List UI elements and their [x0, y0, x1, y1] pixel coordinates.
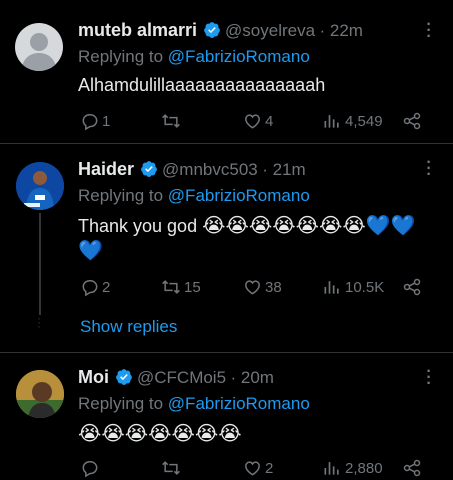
- like-count: 4: [265, 112, 274, 130]
- views-button[interactable]: 4,549: [322, 111, 383, 131]
- like-icon: [245, 461, 260, 476]
- view-count: 2,880: [345, 459, 383, 477]
- share-icon: [403, 278, 421, 296]
- verified-badge-icon: [203, 21, 221, 44]
- view-count: 10.5K: [345, 278, 385, 296]
- user-handle[interactable]: @soyelreva: [225, 21, 315, 40]
- tweet-text-line: Thank you god 😭😭😭😭😭😭😭💙💙: [78, 213, 416, 237]
- share-icon: [403, 459, 421, 477]
- replying-prefix: Replying to: [78, 47, 164, 66]
- reply-count: 2: [102, 278, 111, 296]
- divider: [0, 143, 453, 144]
- reply-button[interactable]: 2: [80, 277, 110, 297]
- share-button[interactable]: [402, 111, 422, 131]
- thread-dots: · · ·: [37, 311, 41, 333]
- like-button[interactable]: 4: [242, 111, 273, 131]
- reply-icon: [82, 280, 98, 297]
- replying-to: Replying to @FabrizioRomano: [78, 186, 310, 206]
- like-count: 38: [265, 278, 282, 296]
- emoji-run: 😭😭😭😭😭😭😭: [78, 421, 242, 445]
- mention-link[interactable]: @FabrizioRomano: [168, 47, 310, 66]
- emoji-run-line2: 💙: [78, 238, 103, 262]
- views-icon: [324, 115, 339, 128]
- like-icon: [245, 114, 260, 129]
- show-replies-link[interactable]: Show replies: [80, 317, 177, 337]
- avatar[interactable]: [16, 370, 64, 418]
- views-icon: [324, 462, 339, 475]
- default-avatar-icon: [21, 33, 57, 71]
- display-name[interactable]: Moi: [78, 367, 109, 387]
- retweet-count: 15: [184, 278, 201, 296]
- emoji-run: 😭😭😭😭😭😭😭💙💙: [202, 213, 416, 237]
- like-icon: [245, 280, 260, 295]
- reply-icon: [82, 461, 98, 478]
- more-icon[interactable]: · · ·: [424, 17, 434, 45]
- like-button[interactable]: 2: [242, 458, 273, 478]
- tweet-header: Moi @CFCMoi5 · 20m: [78, 367, 274, 391]
- reply-icon: [82, 114, 98, 131]
- share-icon: [403, 112, 421, 130]
- tweet-header: muteb almarri @soyelreva · 22m: [78, 20, 363, 44]
- divider: [0, 352, 453, 353]
- reply-button[interactable]: 1: [80, 111, 110, 131]
- retweet-icon: [162, 461, 180, 475]
- more-icon[interactable]: · · ·: [424, 155, 434, 183]
- retweet-button[interactable]: [160, 458, 182, 478]
- player-photo-icon: [16, 162, 64, 210]
- user-handle[interactable]: @CFCMoi5: [137, 368, 226, 387]
- reply-count: 1: [102, 112, 111, 130]
- retweet-icon: [162, 280, 180, 294]
- reply-button[interactable]: [80, 458, 100, 478]
- views-button[interactable]: 2,880: [322, 458, 383, 478]
- tweet-text: Alhamdulillaaaaaaaaaaaaaaah: [78, 75, 326, 95]
- more-icon[interactable]: · · ·: [424, 364, 434, 392]
- mention-link[interactable]: @FabrizioRomano: [168, 186, 310, 205]
- verified-badge-icon: [115, 368, 133, 391]
- timestamp[interactable]: · 21m: [262, 160, 305, 179]
- like-button[interactable]: 38: [242, 277, 282, 297]
- replying-prefix: Replying to: [78, 186, 164, 205]
- share-button[interactable]: [402, 458, 422, 478]
- replying-to: Replying to @FabrizioRomano: [78, 394, 310, 414]
- view-count: 4,549: [345, 112, 383, 130]
- verified-badge-icon: [140, 160, 158, 183]
- tweet-header: Haider @mnbvc503 · 21m: [78, 159, 306, 183]
- timestamp[interactable]: · 20m: [231, 368, 274, 387]
- retweet-icon: [162, 114, 180, 128]
- views-button[interactable]: 10.5K: [322, 277, 384, 297]
- views-icon: [324, 281, 339, 294]
- share-button[interactable]: [402, 277, 422, 297]
- replying-to: Replying to @FabrizioRomano: [78, 47, 310, 67]
- replying-prefix: Replying to: [78, 394, 164, 413]
- avatar[interactable]: [16, 162, 64, 210]
- timestamp[interactable]: · 22m: [320, 21, 363, 40]
- tweet-text: Thank you god: [78, 216, 198, 236]
- avatar[interactable]: [15, 23, 63, 71]
- like-count: 2: [265, 459, 274, 477]
- mention-link[interactable]: @FabrizioRomano: [168, 394, 310, 413]
- user-handle[interactable]: @mnbvc503: [162, 160, 258, 179]
- display-name[interactable]: muteb almarri: [78, 20, 197, 40]
- thread-line: [39, 213, 41, 315]
- retweet-button[interactable]: [160, 111, 182, 131]
- display-name[interactable]: Haider: [78, 159, 134, 179]
- user-photo-icon: [16, 370, 64, 418]
- retweet-button[interactable]: 15: [160, 277, 201, 297]
